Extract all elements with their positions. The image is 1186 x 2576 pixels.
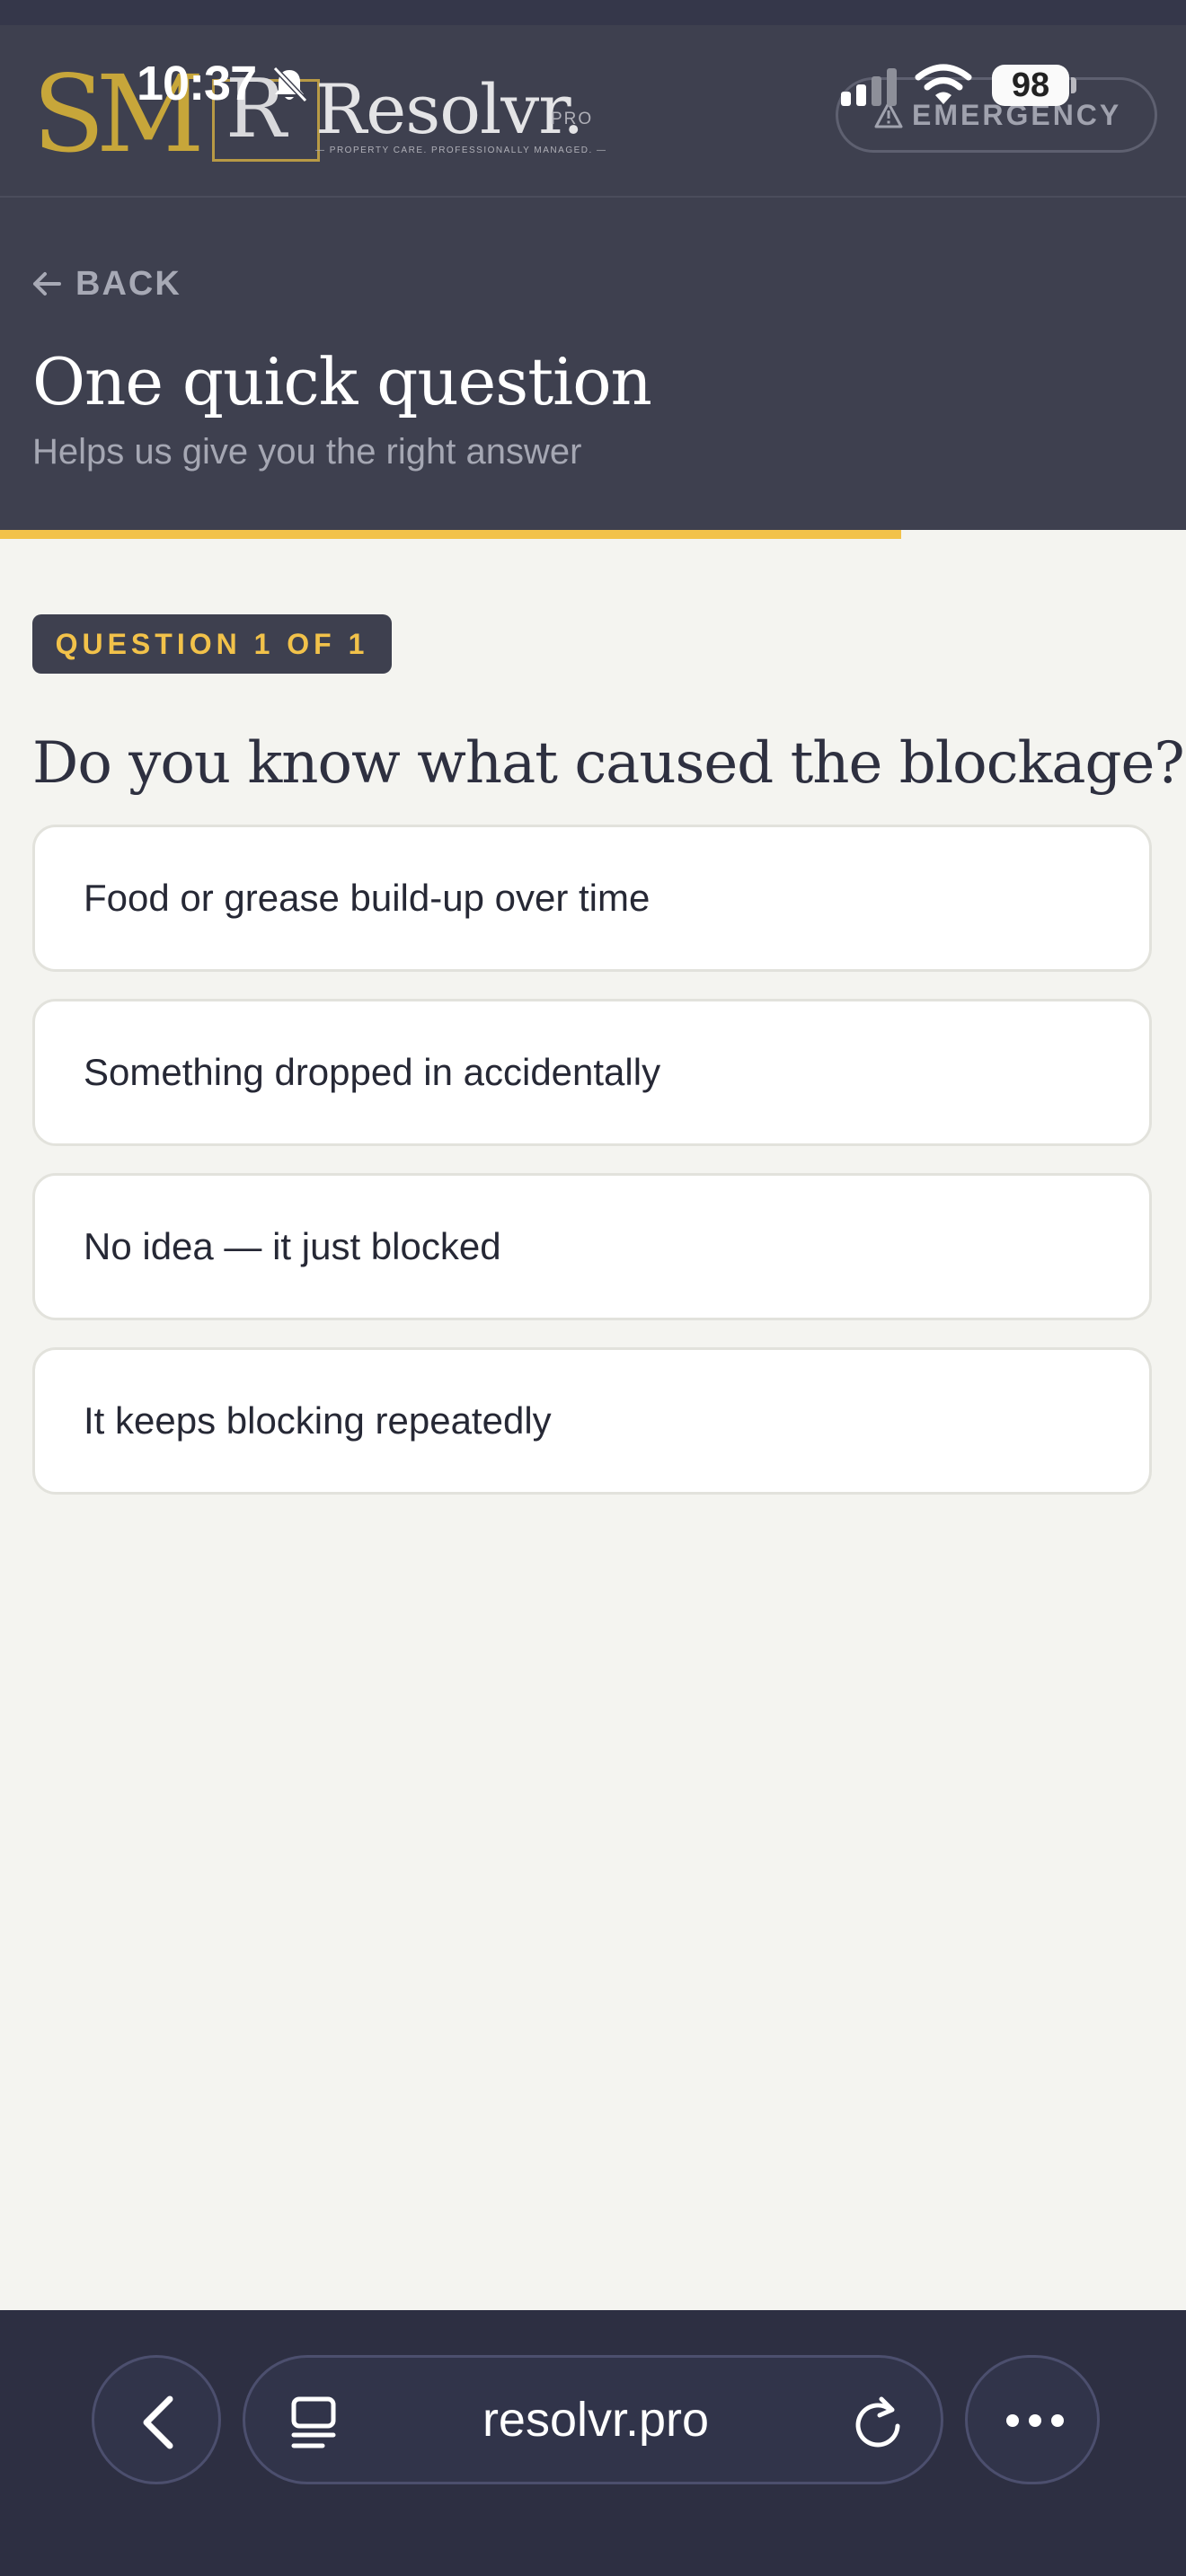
progress-fill (0, 530, 902, 539)
logo-name: Resolvr. (315, 69, 584, 149)
answer-option[interactable]: No idea — it just blocked (32, 1173, 1152, 1320)
signal-icon (841, 68, 897, 106)
reload-icon[interactable] (851, 2394, 905, 2449)
browser-back-button[interactable] (92, 2355, 221, 2484)
top-bar: SM R Resolvr. PRO — PROPERTY CARE. PROFE… (0, 0, 1186, 198)
url-text: resolvr.pro (482, 2393, 710, 2447)
status-strip (0, 0, 1186, 25)
resolvr-logo[interactable]: SM R Resolvr. PRO — PROPERTY CARE. PROFE… (32, 61, 606, 167)
status-time: 10:37 (137, 57, 257, 110)
answer-option[interactable]: Food or grease build-up over time (32, 825, 1152, 972)
answer-option[interactable]: Something dropped in accidentally (32, 999, 1152, 1146)
address-bar[interactable]: resolvr.pro (243, 2355, 943, 2484)
answer-option[interactable]: It keeps blocking repeatedly (32, 1347, 1152, 1495)
back-link[interactable]: BACK (32, 260, 181, 307)
logo-tagline: — PROPERTY CARE. PROFESSIONALLY MANAGED.… (315, 146, 607, 155)
page-title: One quick question (32, 344, 652, 419)
arrow-left-icon (33, 272, 61, 296)
wifi-icon (915, 64, 972, 104)
chevron-left-icon (143, 2395, 173, 2449)
more-options-button[interactable] (965, 2355, 1100, 2484)
header: SM R Resolvr. PRO — PROPERTY CARE. PROFE… (0, 0, 1186, 530)
back-label: BACK (75, 265, 181, 303)
tabs-icon[interactable] (287, 2394, 341, 2451)
battery-level: 98 (992, 65, 1069, 106)
battery-cap (1071, 77, 1076, 93)
bell-slash-icon (272, 66, 308, 103)
progress-bar (0, 530, 1186, 539)
question-text: Do you know what caused the blockage? (32, 730, 1185, 797)
more-icon (1006, 2414, 1064, 2427)
question-counter-badge: QUESTION 1 OF 1 (32, 614, 392, 674)
page-subtitle: Helps us give you the right answer (32, 432, 582, 472)
logo-suffix: PRO (551, 110, 594, 128)
